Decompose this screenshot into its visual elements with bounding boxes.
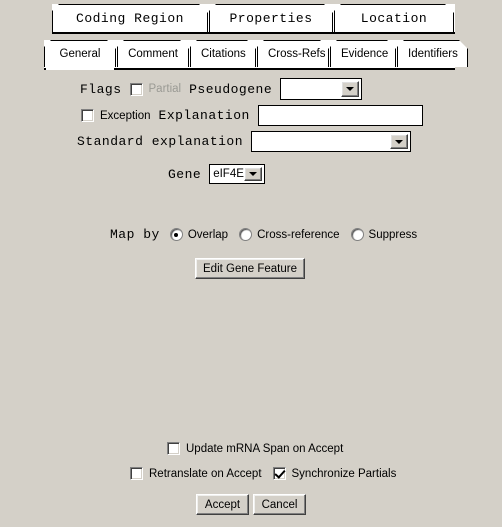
- standard-explanation-label: Standard explanation: [77, 134, 244, 149]
- gene-value: eIF4E: [213, 168, 244, 180]
- tab-citations[interactable]: Citations: [190, 40, 256, 67]
- flags-label: Flags: [80, 81, 122, 97]
- tab-general[interactable]: General: [44, 40, 116, 67]
- synchronize-partials-checkbox[interactable]: [272, 467, 286, 480]
- tab-evidence[interactable]: Evidence: [330, 40, 396, 67]
- tab-cross-refs[interactable]: Cross-Refs: [257, 40, 329, 67]
- tab-location[interactable]: Location: [334, 4, 454, 32]
- active-tab-bottom-cover: [46, 67, 114, 70]
- exception-row: Exception Explanation: [81, 105, 423, 126]
- tab-properties[interactable]: Properties: [209, 4, 333, 32]
- outer-tab-underline: [52, 32, 455, 34]
- standard-explanation-dropdown[interactable]: [251, 131, 412, 152]
- flags-row: Flags Partial Pseudogene: [80, 78, 363, 100]
- radio-suppress-label: Suppress: [368, 228, 418, 241]
- update-mrna-span-row: Update mRNA Span on Accept: [167, 442, 343, 455]
- standard-explanation-value: [252, 132, 390, 151]
- synchronize-partials-label: Synchronize Partials: [291, 467, 397, 480]
- outer-tab-bar: Coding Region Properties Location: [52, 4, 455, 34]
- chevron-down-icon[interactable]: [341, 81, 360, 97]
- pseudogene-value: [281, 79, 341, 99]
- standard-explanation-row: Standard explanation: [77, 131, 412, 152]
- inner-tab-bar: General Comment Citations Cross-Refs Evidenc…: [44, 40, 469, 70]
- tab-identifiers[interactable]: Identifiers: [397, 40, 468, 67]
- pseudogene-dropdown[interactable]: [280, 78, 363, 100]
- radio-suppress[interactable]: [350, 228, 364, 241]
- retranslate-label: Retranslate on Accept: [149, 467, 262, 480]
- radio-cross-reference[interactable]: [239, 228, 253, 241]
- edit-gene-feature-button[interactable]: Edit Gene Feature: [195, 258, 305, 279]
- gene-row: Gene eIF4E: [168, 164, 266, 184]
- chevron-down-icon[interactable]: [390, 134, 409, 149]
- gene-dropdown[interactable]: eIF4E: [209, 164, 266, 184]
- tab-coding-region[interactable]: Coding Region: [52, 4, 208, 32]
- map-by-row: Map by Overlap Cross-reference Suppress: [110, 227, 417, 242]
- chevron-down-icon[interactable]: [244, 167, 263, 181]
- radio-overlap[interactable]: [169, 228, 183, 241]
- gene-label: Gene: [168, 166, 202, 182]
- update-mrna-span-checkbox[interactable]: [167, 442, 180, 455]
- radio-cross-reference-label: Cross-reference: [257, 228, 340, 241]
- exception-label: Exception: [100, 109, 151, 122]
- explanation-input[interactable]: [257, 105, 423, 126]
- radio-overlap-label: Overlap: [187, 228, 229, 241]
- explanation-label: Explanation: [158, 108, 250, 123]
- retranslate-row: Retranslate on Accept Synchronize Partia…: [130, 467, 396, 480]
- accept-button[interactable]: Accept: [196, 494, 249, 515]
- partial-label: Partial: [148, 83, 182, 95]
- tab-comment[interactable]: Comment: [117, 40, 189, 67]
- map-by-label: Map by: [110, 227, 160, 242]
- pseudogene-label: Pseudogene: [189, 81, 273, 97]
- cancel-button[interactable]: Cancel: [253, 494, 306, 515]
- retranslate-checkbox[interactable]: [130, 467, 143, 480]
- partial-checkbox[interactable]: [129, 82, 143, 96]
- update-mrna-span-label: Update mRNA Span on Accept: [186, 442, 344, 455]
- exception-checkbox[interactable]: [81, 109, 94, 122]
